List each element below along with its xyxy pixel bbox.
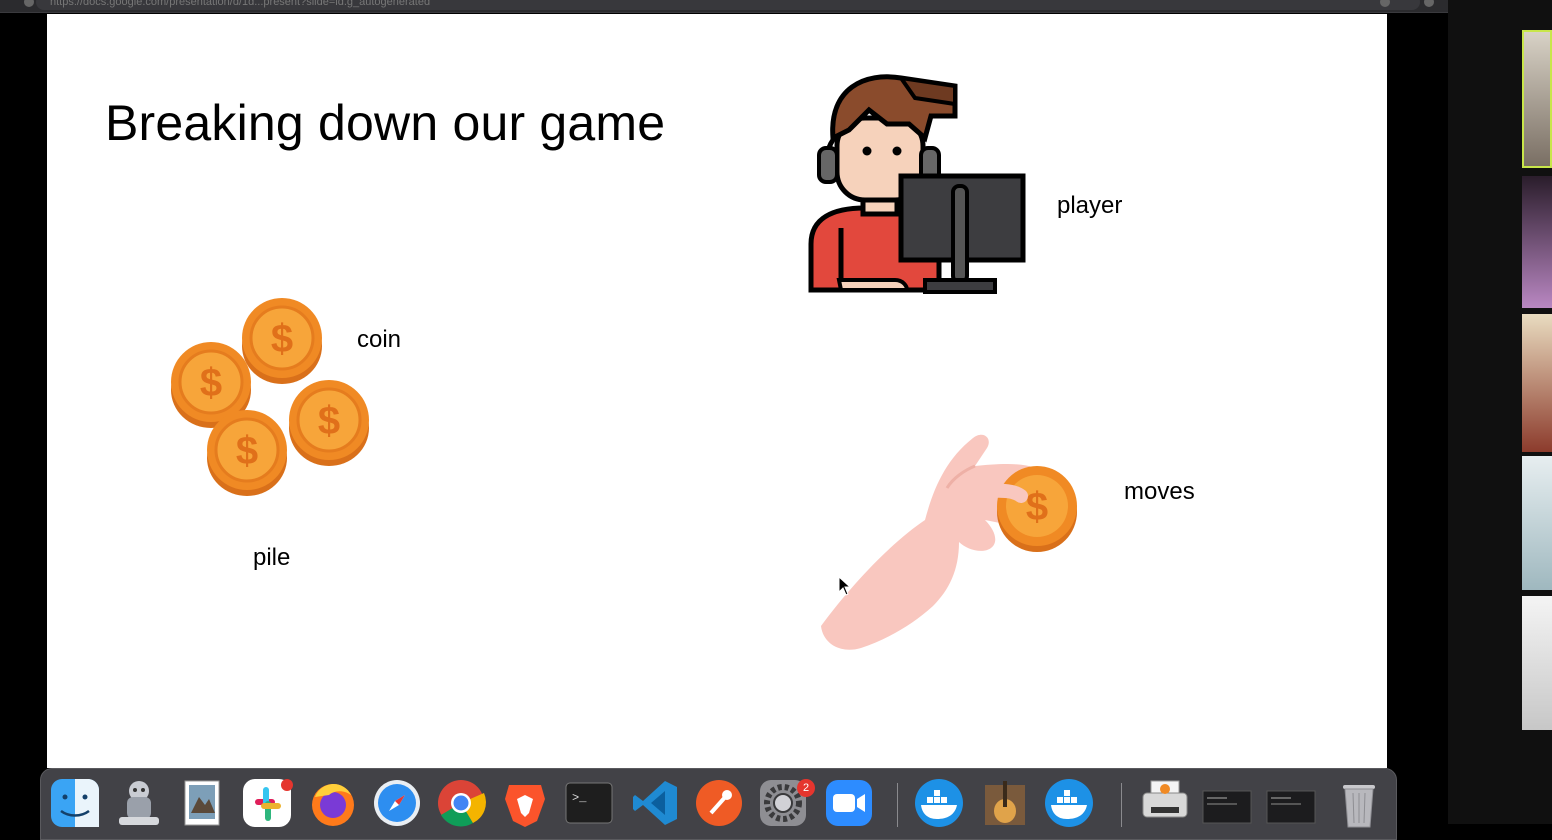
chrome-icon[interactable] [435, 777, 487, 829]
brave-icon[interactable] [499, 777, 551, 829]
finder-icon[interactable] [49, 777, 101, 829]
preview-icon[interactable] [177, 777, 229, 829]
participant-video[interactable] [1522, 596, 1552, 730]
label-pile: pile [253, 544, 291, 571]
svg-text:$: $ [1026, 485, 1048, 529]
dock-separator [1121, 783, 1122, 827]
dock: >_ 2 [40, 768, 1397, 840]
participant-video[interactable] [1522, 176, 1552, 308]
slack-notification-badge [281, 779, 293, 791]
printer-icon[interactable] [1139, 777, 1191, 829]
docker-icon[interactable] [1043, 777, 1095, 829]
window-thumbnail-icon[interactable] [1201, 777, 1253, 829]
label-moves: moves [1124, 478, 1195, 505]
window-thumbnail-icon[interactable] [1265, 777, 1317, 829]
coin-pile-illustration: $ [169, 296, 371, 498]
system-preferences-badge: 2 [797, 779, 815, 797]
participant-video[interactable] [1522, 314, 1552, 452]
participant-video[interactable] [1522, 456, 1552, 590]
presentation-slide: Breaking down our game player coin pile … [47, 14, 1387, 768]
address-bar[interactable]: https://docs.google.com/presentation/d/1… [36, 0, 1420, 10]
hand-moving-coin-illustration: $ [821, 434, 1077, 650]
vscode-icon[interactable] [629, 777, 681, 829]
docker-icon[interactable] [913, 777, 965, 829]
menu-icon[interactable] [1424, 0, 1434, 7]
label-coin: coin [357, 326, 402, 353]
dock-separator [897, 783, 898, 827]
terminal-icon[interactable]: >_ [563, 777, 615, 829]
zoom-icon[interactable] [823, 777, 875, 829]
firefox-icon[interactable] [307, 777, 359, 829]
lock-icon [24, 0, 34, 7]
automator-icon[interactable] [113, 777, 165, 829]
postman-icon[interactable] [693, 777, 745, 829]
label-player: player [1057, 192, 1123, 219]
mouse-cursor [838, 576, 852, 596]
svg-text:>_: >_ [572, 791, 587, 805]
player-illustration [808, 74, 1026, 294]
safari-icon[interactable] [371, 777, 423, 829]
participant-video[interactable] [1522, 30, 1552, 168]
slide-title: Breaking down our game [105, 95, 666, 151]
browser-toolbar: https://docs.google.com/presentation/d/1… [0, 0, 1448, 13]
video-gallery [1448, 0, 1552, 824]
trash-icon[interactable] [1333, 777, 1385, 829]
garageband-icon[interactable] [979, 777, 1031, 829]
